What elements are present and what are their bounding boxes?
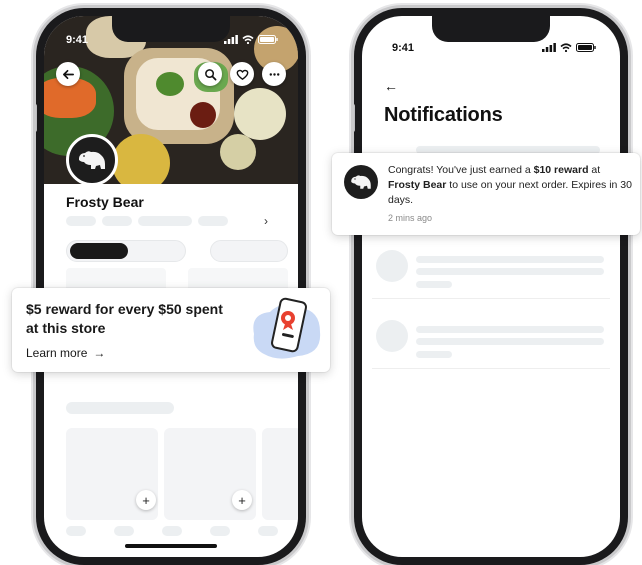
skeleton-line — [416, 338, 604, 345]
side-button — [354, 104, 355, 132]
tab-skeleton — [162, 526, 182, 536]
back-button[interactable] — [56, 62, 80, 86]
phone-reward-illustration — [253, 297, 321, 359]
plus-icon: + — [238, 492, 246, 508]
search-icon — [204, 68, 216, 80]
signal-icon — [542, 43, 556, 52]
divider — [372, 298, 610, 299]
polar-bear-logo — [79, 151, 105, 169]
notification-message: Congrats! You've just earned a $10 rewar… — [388, 163, 632, 208]
avatar-skeleton — [376, 320, 408, 352]
more-icon — [269, 72, 279, 76]
back-arrow-icon — [62, 69, 74, 79]
skeleton-line — [102, 216, 132, 226]
plus-icon: + — [142, 492, 150, 508]
notification-text-middle: at — [588, 164, 601, 176]
heart-icon — [236, 69, 248, 80]
chevron-right-icon[interactable]: › — [264, 214, 268, 228]
phone-notch — [432, 16, 550, 42]
tab-skeleton — [210, 526, 230, 536]
store-logo — [66, 134, 118, 186]
search-button[interactable] — [198, 62, 222, 86]
skeleton-line — [416, 256, 604, 263]
store-screen: 9:41 Frosty Bear › + + — [44, 16, 298, 557]
favorite-button[interactable] — [230, 62, 254, 86]
learn-more-link[interactable]: Learn more → — [26, 346, 105, 360]
notifications-phone: 9:41 ← Notifications — [354, 8, 628, 565]
notification-reward-amount: $10 reward — [533, 164, 589, 176]
store-phone: 9:41 Frosty Bear › + + — [36, 8, 306, 565]
notification-timestamp: 2 mins ago — [388, 213, 433, 223]
avatar-skeleton — [376, 250, 408, 282]
status-time: 9:41 — [392, 42, 415, 54]
reward-promo-card[interactable]: $5 reward for every $50 spent at this st… — [12, 288, 330, 372]
notification-text-start: Congrats! You've just earned a — [388, 164, 534, 176]
page-title: Notifications — [384, 104, 503, 126]
notifications-screen: 9:41 ← Notifications — [362, 16, 620, 557]
product-tile-skeleton — [262, 428, 298, 520]
skeleton-line — [66, 216, 96, 226]
notification-store-name: Frosty Bear — [388, 179, 447, 191]
skeleton-line — [416, 351, 452, 358]
phone-notch — [112, 16, 230, 42]
battery-icon — [258, 35, 278, 44]
status-time: 9:41 — [66, 34, 89, 46]
arrow-right-icon: → — [93, 346, 106, 360]
pill-skeleton — [210, 240, 288, 262]
store-name: Frosty Bear — [66, 194, 144, 210]
tab-skeleton — [258, 526, 278, 536]
reward-headline: $5 reward for every $50 spent at this st… — [26, 301, 223, 336]
skeleton-line — [138, 216, 192, 226]
learn-more-label: Learn more — [26, 346, 88, 360]
wifi-icon — [242, 35, 254, 44]
skeleton-line — [198, 216, 228, 226]
polar-bear-logo — [351, 175, 371, 189]
toggle-active-pill[interactable] — [70, 243, 128, 259]
tab-skeleton — [114, 526, 134, 536]
back-arrow-icon[interactable]: ← — [384, 78, 398, 94]
skeleton-line — [416, 281, 452, 288]
add-item-button[interactable]: + — [136, 490, 156, 510]
signal-icon — [224, 35, 238, 44]
more-button[interactable] — [262, 62, 286, 86]
notification-card[interactable]: Congrats! You've just earned a $10 rewar… — [332, 153, 640, 235]
side-button — [36, 104, 37, 132]
wifi-icon — [560, 43, 572, 52]
store-avatar — [344, 165, 378, 199]
home-indicator[interactable] — [125, 544, 217, 548]
skeleton-line — [416, 326, 604, 333]
skeleton-line — [416, 268, 604, 275]
tab-skeleton — [66, 526, 86, 536]
divider — [372, 368, 610, 369]
status-icons — [542, 43, 596, 52]
battery-icon — [576, 43, 596, 52]
skeleton-line — [66, 402, 174, 414]
status-icons — [224, 35, 278, 44]
add-item-button[interactable]: + — [232, 490, 252, 510]
